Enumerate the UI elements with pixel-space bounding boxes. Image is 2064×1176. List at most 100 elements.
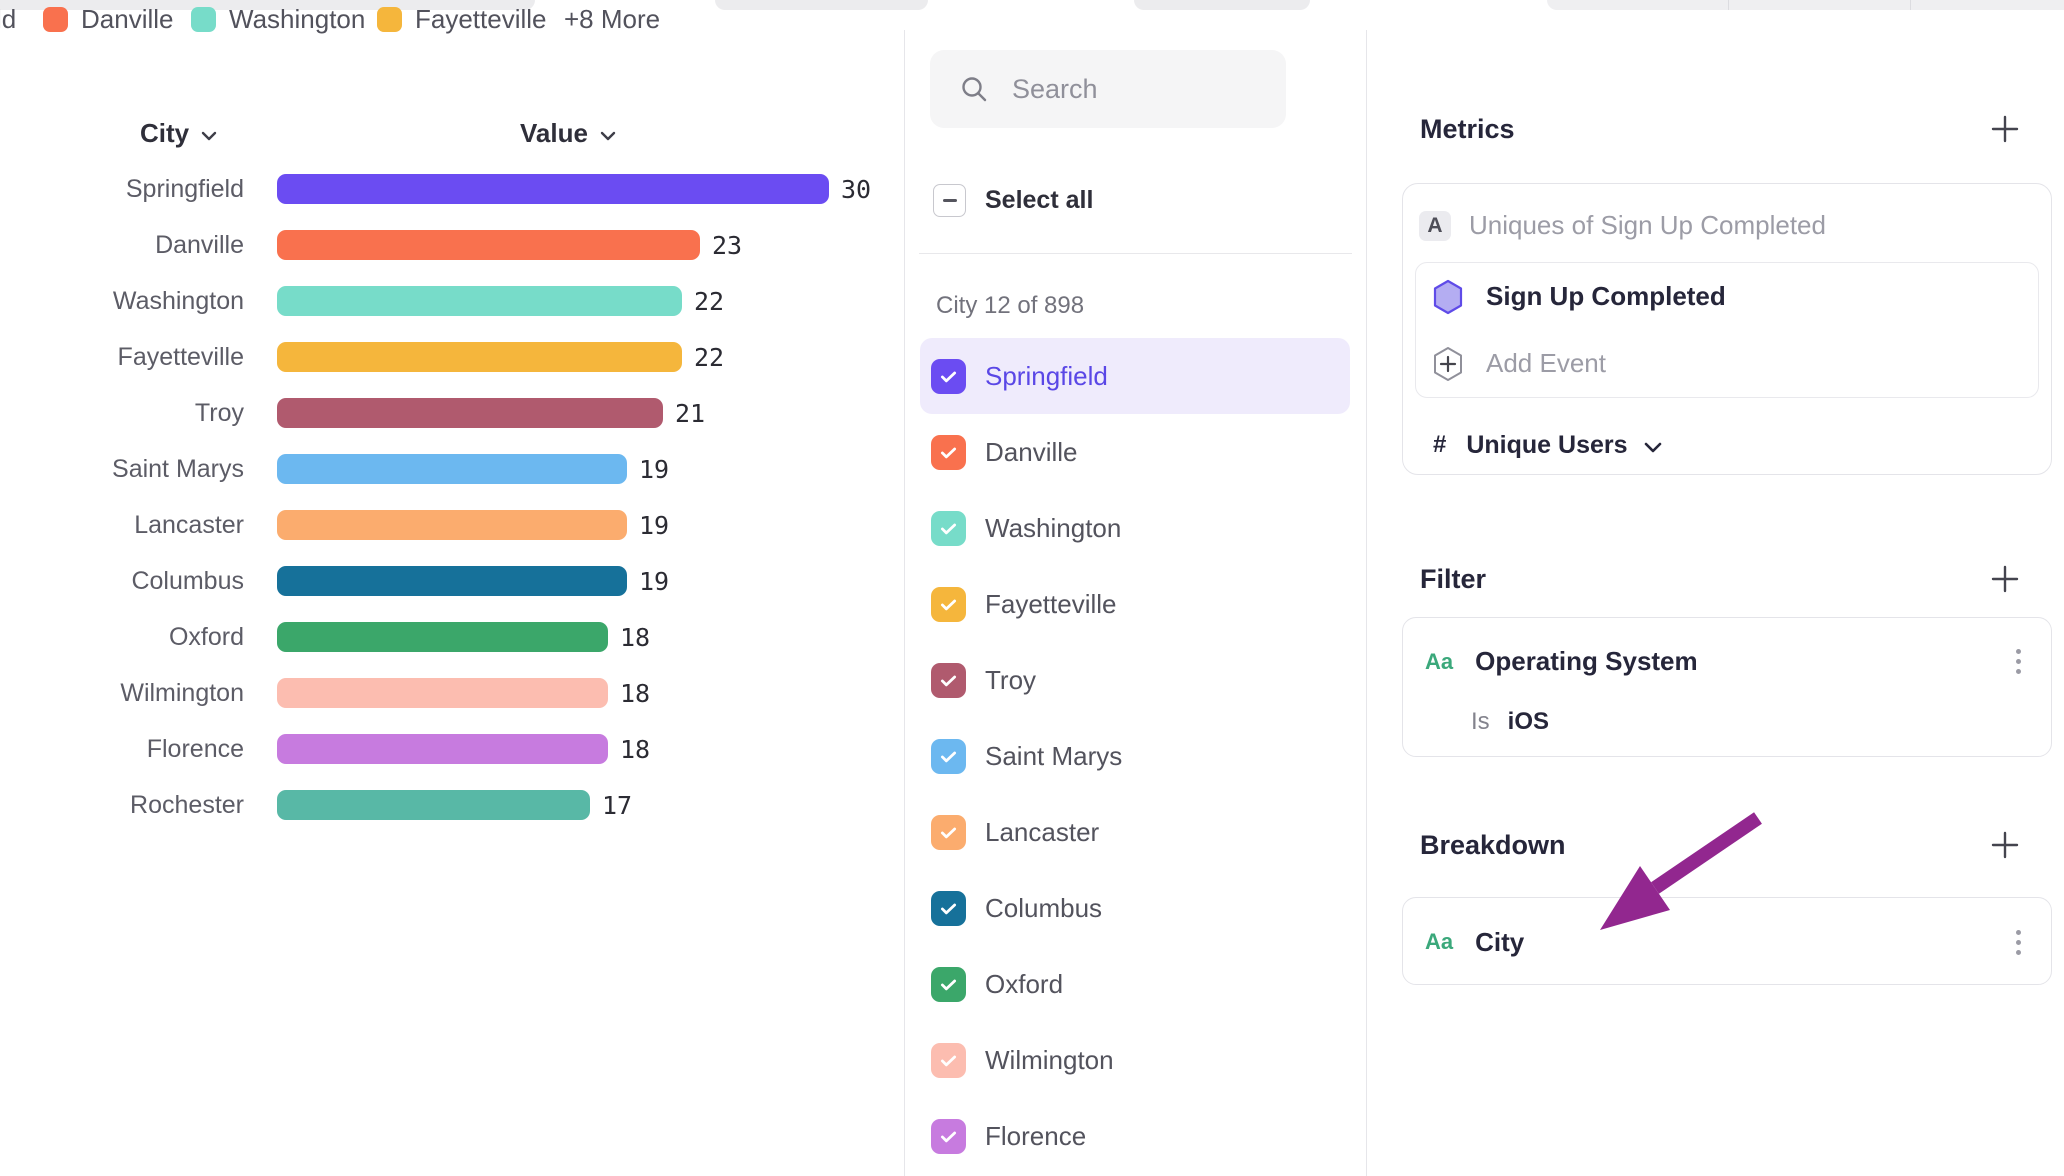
city-list-item[interactable]: Washington — [920, 490, 1350, 566]
add-breakdown-button[interactable] — [1990, 830, 2020, 860]
city-list-item[interactable]: Columbus — [920, 870, 1350, 946]
checked-checkbox[interactable] — [931, 435, 966, 470]
checked-checkbox[interactable] — [931, 967, 966, 1002]
bar-value-label: 18 — [620, 623, 650, 652]
city-label: Fayetteville — [985, 589, 1117, 620]
city-list-item[interactable]: Danville — [920, 414, 1350, 490]
bar-category-label: Florence — [0, 735, 244, 764]
city-list-item[interactable]: Troy — [920, 642, 1350, 718]
legend-item-clipped[interactable]: ld — [0, 0, 16, 38]
bar-chart-row: Lancaster 19 — [0, 497, 904, 553]
breakdown-property-row: Aa City — [1425, 898, 2021, 986]
add-event-row[interactable]: Add Event — [1416, 330, 2038, 397]
filter-property-label: Operating System — [1475, 646, 1698, 677]
breakdown-property-label: City — [1475, 927, 1524, 958]
add-metric-button[interactable] — [1990, 114, 2020, 144]
checked-checkbox[interactable] — [931, 511, 966, 546]
bar[interactable] — [277, 622, 608, 652]
column-header-value[interactable]: Value — [520, 118, 616, 149]
city-label: Florence — [985, 1121, 1086, 1152]
add-event-label: Add Event — [1486, 348, 1606, 379]
select-all-row[interactable]: Select all — [933, 184, 1093, 217]
checkmark-icon — [938, 822, 959, 843]
bar[interactable] — [277, 174, 829, 204]
checked-checkbox[interactable] — [931, 1043, 966, 1078]
checked-checkbox[interactable] — [931, 891, 966, 926]
kebab-menu-icon[interactable] — [2016, 930, 2021, 955]
bar[interactable] — [277, 454, 627, 484]
bar[interactable] — [277, 230, 700, 260]
metric-card[interactable]: A Uniques of Sign Up Completed Sign Up C… — [1402, 183, 2052, 475]
checked-checkbox[interactable] — [931, 1119, 966, 1154]
filter-section-header: Filter — [1420, 562, 2020, 596]
city-list-item[interactable]: Wilmington — [920, 1022, 1350, 1098]
event-hexagon-icon — [1432, 279, 1464, 315]
bar-chart-row: Washington 22 — [0, 273, 904, 329]
bar-chart-row: Wilmington 18 — [0, 665, 904, 721]
checked-checkbox[interactable] — [931, 359, 966, 394]
bar-category-label: Fayetteville — [0, 343, 244, 372]
city-list-item[interactable]: Lancaster — [920, 794, 1350, 870]
breakdown-title: Breakdown — [1420, 830, 1566, 861]
bar[interactable] — [277, 398, 663, 428]
bar-value-label: 22 — [694, 287, 724, 316]
column-header-city[interactable]: City — [140, 118, 217, 149]
bar-category-label: Saint Marys — [0, 455, 244, 484]
legend-more-button[interactable]: +8 More — [564, 0, 660, 38]
bar[interactable] — [277, 678, 608, 708]
filter-clause-row[interactable]: Is iOS — [1471, 708, 1549, 736]
city-list-item[interactable]: Oxford — [920, 946, 1350, 1022]
search-box[interactable] — [930, 50, 1286, 128]
breakdown-card[interactable]: Aa City — [1402, 897, 2052, 985]
checkmark-icon — [938, 1126, 959, 1147]
checked-checkbox[interactable] — [931, 663, 966, 698]
city-list-item[interactable]: Fayetteville — [920, 566, 1350, 642]
city-label: Wilmington — [985, 1045, 1114, 1076]
bar-chart-row: Columbus 19 — [0, 553, 904, 609]
select-all-label: Select all — [985, 186, 1093, 215]
bar-value-label: 18 — [620, 679, 650, 708]
event-row[interactable]: Sign Up Completed — [1416, 263, 2038, 330]
city-label: Washington — [985, 513, 1121, 544]
search-icon — [960, 75, 988, 103]
column-header-value-label: Value — [520, 118, 588, 149]
bar[interactable] — [277, 790, 590, 820]
event-card: Sign Up Completed Add Event — [1415, 262, 2039, 398]
legend-item-danville[interactable]: Danville — [43, 0, 174, 38]
legend-item-washington[interactable]: Washington — [191, 0, 365, 38]
checked-checkbox[interactable] — [931, 815, 966, 850]
legend-item-fayetteville[interactable]: Fayetteville — [377, 0, 547, 38]
city-list-item[interactable]: Saint Marys — [920, 718, 1350, 794]
add-filter-button[interactable] — [1990, 564, 2020, 594]
checkmark-icon — [938, 898, 959, 919]
checked-checkbox[interactable] — [931, 587, 966, 622]
checked-checkbox[interactable] — [931, 739, 966, 774]
breakdown-section-header: Breakdown — [1420, 828, 2020, 862]
city-label: Springfield — [985, 361, 1108, 392]
bar-category-label: Wilmington — [0, 679, 244, 708]
bar-value-label: 22 — [694, 343, 724, 372]
bar-chart-row: Springfield 30 — [0, 161, 904, 217]
search-input[interactable] — [1010, 73, 1368, 106]
bar[interactable] — [277, 734, 608, 764]
bar-chart-row: Florence 18 — [0, 721, 904, 777]
event-label: Sign Up Completed — [1486, 281, 1726, 312]
bar-value-label: 23 — [712, 231, 742, 260]
kebab-menu-icon[interactable] — [2016, 649, 2021, 674]
bar[interactable] — [277, 510, 627, 540]
metrics-title: Metrics — [1420, 114, 1515, 145]
bar-category-label: Lancaster — [0, 511, 244, 540]
filter-value: iOS — [1508, 708, 1549, 736]
bar-value-label: 19 — [639, 567, 669, 596]
filter-card[interactable]: Aa Operating System Is iOS — [1402, 617, 2052, 757]
bar[interactable] — [277, 342, 682, 372]
select-all-checkbox-indeterminate[interactable] — [933, 184, 966, 217]
measure-selector[interactable]: # Unique Users — [1433, 428, 1662, 462]
bar[interactable] — [277, 566, 627, 596]
filter-property-row: Aa Operating System — [1425, 646, 2021, 677]
checkmark-icon — [938, 1050, 959, 1071]
city-list-item[interactable]: Florence — [920, 1098, 1350, 1174]
city-list-item[interactable]: Springfield — [920, 338, 1350, 414]
formula-label: Uniques of Sign Up Completed — [1469, 210, 1826, 241]
bar[interactable] — [277, 286, 682, 316]
